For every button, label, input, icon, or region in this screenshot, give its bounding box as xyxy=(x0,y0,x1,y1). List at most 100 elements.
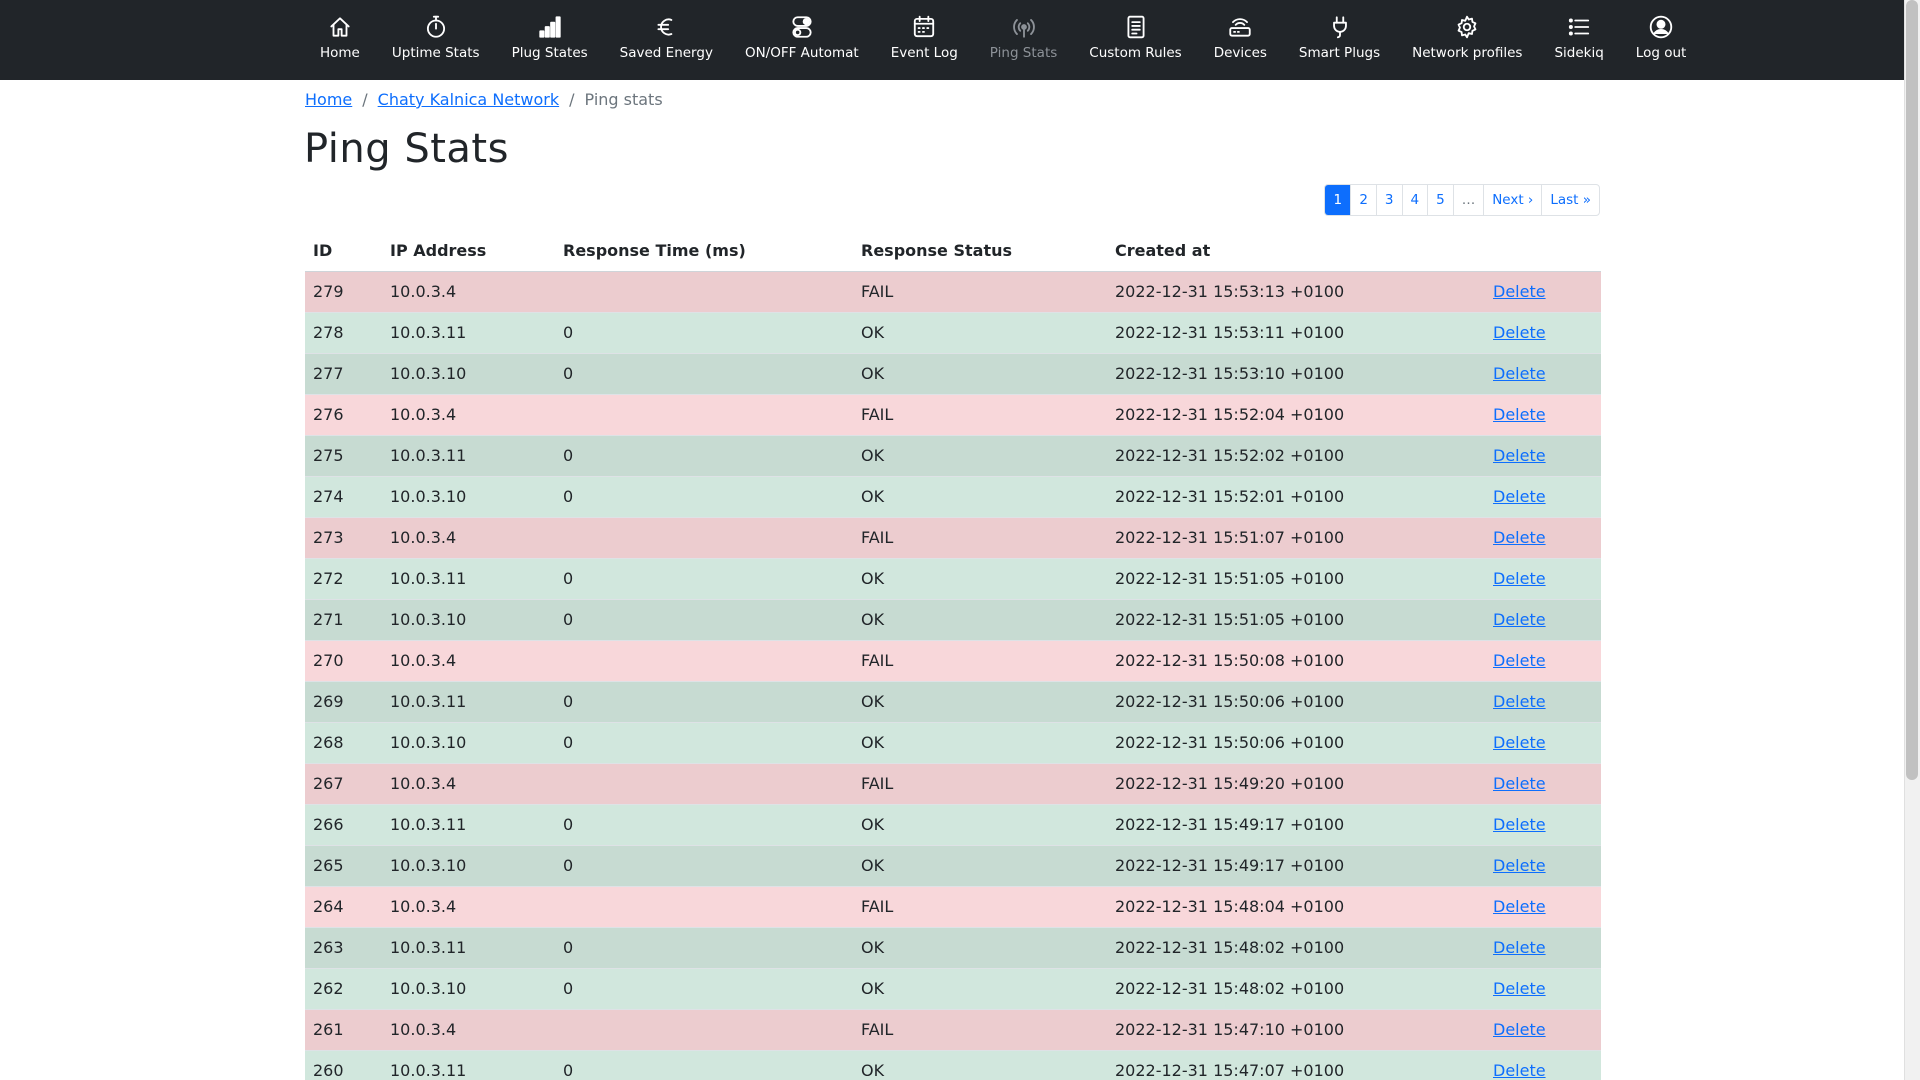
table-body: 279 10.0.3.4 FAIL 2022-12-31 15:53:13 +0100… xyxy=(305,271,1601,1080)
column-header-id: ID xyxy=(305,230,382,272)
cell-actions: Delete xyxy=(1485,1009,1601,1051)
table-row: 268 10.0.3.10 0 OK 2022-12-31 15:50:06 +0100… xyxy=(305,722,1601,764)
breadcrumb: Home / Chaty Kalnica Network / Ping stat… xyxy=(305,90,663,109)
column-header-actions xyxy=(1485,230,1601,272)
cell-actions: Delete xyxy=(1485,517,1601,559)
cell-ip-address: 10.0.3.4 xyxy=(382,1009,555,1051)
nav-item-network-profiles[interactable]: Network profiles xyxy=(1396,0,1538,80)
cell-id: 272 xyxy=(305,558,382,600)
cell-response-status: OK xyxy=(853,435,1107,477)
delete-link[interactable]: Delete xyxy=(1493,610,1546,629)
delete-link[interactable]: Delete xyxy=(1493,569,1546,588)
delete-link[interactable]: Delete xyxy=(1493,1020,1546,1039)
cell-response-status: OK xyxy=(853,927,1107,969)
cell-response-time xyxy=(555,517,853,559)
delete-link[interactable]: Delete xyxy=(1493,1061,1546,1080)
nav-item-label: Plug States xyxy=(511,45,588,61)
cell-response-time: 0 xyxy=(555,312,853,354)
cell-id: 260 xyxy=(305,1050,382,1080)
cell-response-status: FAIL xyxy=(853,886,1107,928)
last-page-link[interactable]: Last » xyxy=(1541,185,1599,215)
scrollbar-thumb[interactable] xyxy=(1906,0,1918,780)
nav-item-plug-states[interactable]: Plug States xyxy=(496,0,604,80)
page-link-2[interactable]: 2 xyxy=(1350,185,1376,215)
cell-response-status: FAIL xyxy=(853,640,1107,682)
cell-actions: Delete xyxy=(1485,763,1601,805)
delete-link[interactable]: Delete xyxy=(1493,938,1546,957)
cell-created-at: 2022-12-31 15:52:02 +0100 xyxy=(1107,435,1485,477)
cell-created-at: 2022-12-31 15:51:07 +0100 xyxy=(1107,517,1485,559)
nav-item-on-off-automat[interactable]: ON/OFF Automat xyxy=(729,0,875,80)
cell-actions: Delete xyxy=(1485,312,1601,354)
delete-link[interactable]: Delete xyxy=(1493,897,1546,916)
table-row: 278 10.0.3.11 0 OK 2022-12-31 15:53:11 +0100… xyxy=(305,312,1601,354)
home-icon xyxy=(327,14,353,40)
delete-link[interactable]: Delete xyxy=(1493,651,1546,670)
cell-response-time: 0 xyxy=(555,476,853,518)
delete-link[interactable]: Delete xyxy=(1493,856,1546,875)
nav-item-uptime-stats[interactable]: Uptime Stats xyxy=(376,0,496,80)
cell-response-time: 0 xyxy=(555,845,853,887)
delete-link[interactable]: Delete xyxy=(1493,323,1546,342)
nav-item-label: Home xyxy=(320,45,360,61)
cell-response-status: OK xyxy=(853,476,1107,518)
cell-ip-address: 10.0.3.10 xyxy=(382,968,555,1010)
delete-link[interactable]: Delete xyxy=(1493,282,1546,301)
cell-response-time: 0 xyxy=(555,681,853,723)
list-icon xyxy=(1566,14,1592,40)
delete-link[interactable]: Delete xyxy=(1493,979,1546,998)
page-link-4[interactable]: 4 xyxy=(1401,185,1428,215)
nav-item-smart-plugs[interactable]: Smart Plugs xyxy=(1283,0,1396,80)
delete-link[interactable]: Delete xyxy=(1493,774,1546,793)
cell-response-time: 0 xyxy=(555,1050,853,1080)
delete-link[interactable]: Delete xyxy=(1493,733,1546,752)
column-header-response-status: Response Status xyxy=(853,230,1107,272)
nav-item-ping-stats[interactable]: Ping Stats xyxy=(974,0,1073,80)
cell-ip-address: 10.0.3.10 xyxy=(382,845,555,887)
cell-created-at: 2022-12-31 15:47:10 +0100 xyxy=(1107,1009,1485,1051)
cell-actions: Delete xyxy=(1485,476,1601,518)
table-row: 260 10.0.3.11 0 OK 2022-12-31 15:47:07 +0100… xyxy=(305,1050,1601,1080)
next-page-link[interactable]: Next › xyxy=(1483,185,1541,215)
nav-item-log-out[interactable]: Log out xyxy=(1620,0,1703,80)
cell-response-status: OK xyxy=(853,968,1107,1010)
nav-item-home[interactable]: Home xyxy=(304,0,376,80)
cell-created-at: 2022-12-31 15:53:13 +0100 xyxy=(1107,271,1485,313)
delete-link[interactable]: Delete xyxy=(1493,364,1546,383)
nav-item-sidekiq[interactable]: Sidekiq xyxy=(1538,0,1619,80)
nav-item-saved-energy[interactable]: Saved Energy xyxy=(604,0,729,80)
breadcrumb-network-link[interactable]: Chaty Kalnica Network xyxy=(378,90,559,109)
cell-ip-address: 10.0.3.10 xyxy=(382,599,555,641)
cell-id: 269 xyxy=(305,681,382,723)
delete-link[interactable]: Delete xyxy=(1493,528,1546,547)
cell-response-status: OK xyxy=(853,804,1107,846)
page-link-1[interactable]: 1 xyxy=(1325,185,1351,215)
nav-item-custom-rules[interactable]: Custom Rules xyxy=(1073,0,1197,80)
delete-link[interactable]: Delete xyxy=(1493,446,1546,465)
ping-stats-table: ID IP Address Response Time (ms) Respons… xyxy=(305,230,1601,1080)
delete-link[interactable]: Delete xyxy=(1493,405,1546,424)
table-row: 263 10.0.3.11 0 OK 2022-12-31 15:48:02 +0100… xyxy=(305,927,1601,969)
nav-item-devices[interactable]: Devices xyxy=(1198,0,1283,80)
table-row: 269 10.0.3.11 0 OK 2022-12-31 15:50:06 +0100… xyxy=(305,681,1601,723)
cell-id: 267 xyxy=(305,763,382,805)
delete-link[interactable]: Delete xyxy=(1493,692,1546,711)
cell-ip-address: 10.0.3.4 xyxy=(382,271,555,313)
cell-actions: Delete xyxy=(1485,271,1601,313)
table-row: 262 10.0.3.10 0 OK 2022-12-31 15:48:02 +0100… xyxy=(305,968,1601,1010)
cell-response-status: OK xyxy=(853,1050,1107,1080)
cell-created-at: 2022-12-31 15:50:08 +0100 xyxy=(1107,640,1485,682)
delete-link[interactable]: Delete xyxy=(1493,487,1546,506)
nav-item-label: Sidekiq xyxy=(1554,45,1604,61)
breadcrumb-home-link[interactable]: Home xyxy=(305,90,352,109)
page-link-5[interactable]: 5 xyxy=(1427,185,1453,215)
table-header-row: ID IP Address Response Time (ms) Respons… xyxy=(305,230,1601,272)
table-row: 267 10.0.3.4 FAIL 2022-12-31 15:49:20 +0100… xyxy=(305,763,1601,805)
gear-icon xyxy=(1454,14,1480,40)
column-header-created-at: Created at xyxy=(1107,230,1485,272)
cell-created-at: 2022-12-31 15:49:17 +0100 xyxy=(1107,845,1485,887)
nav-item-event-log[interactable]: Event Log xyxy=(875,0,974,80)
page-link-3[interactable]: 3 xyxy=(1375,185,1402,215)
cell-id: 263 xyxy=(305,927,382,969)
delete-link[interactable]: Delete xyxy=(1493,815,1546,834)
